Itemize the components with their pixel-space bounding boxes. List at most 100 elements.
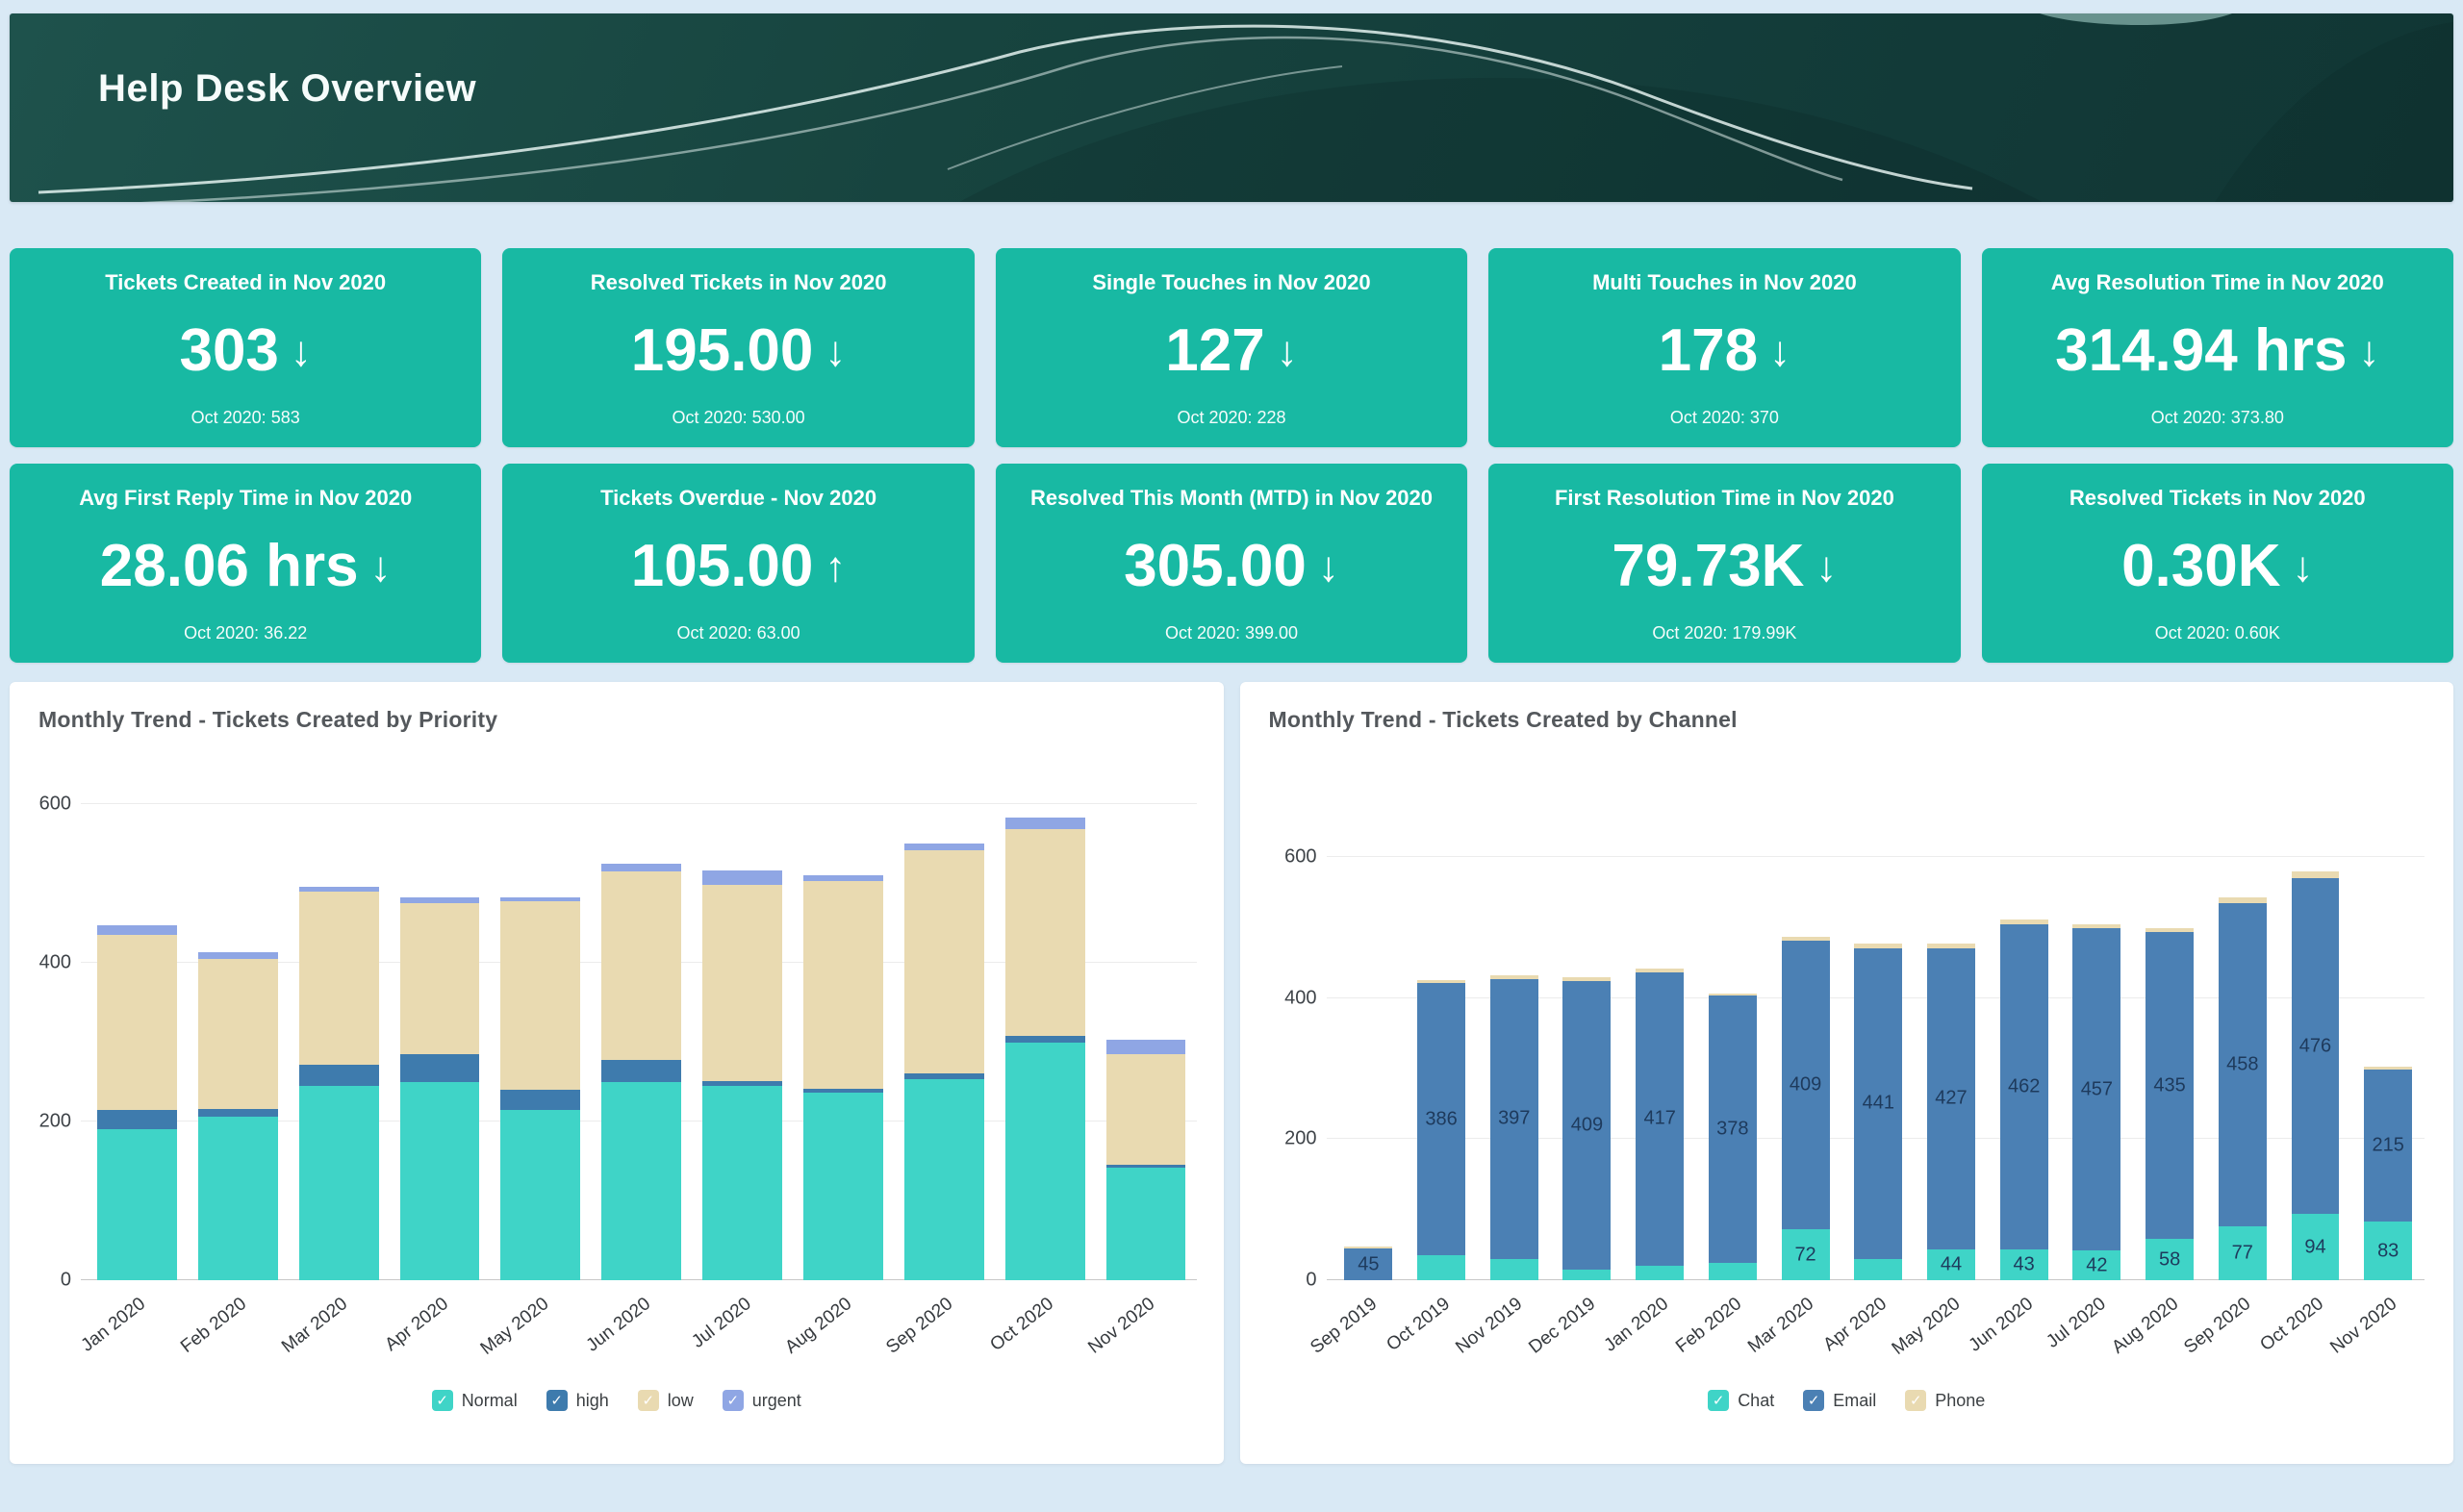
bar-segment-low[interactable]	[299, 892, 379, 1065]
legend-item-normal[interactable]: ✓Normal	[432, 1390, 518, 1411]
bar-segment-chat[interactable]: 58	[2146, 1239, 2194, 1280]
legend-item-low[interactable]: ✓low	[638, 1390, 694, 1411]
bar-segment-email[interactable]: 476	[2292, 878, 2340, 1214]
bar-segment-normal[interactable]	[1106, 1168, 1186, 1280]
bar-segment-low[interactable]	[904, 850, 984, 1073]
bar-oct-2019[interactable]: 386	[1417, 857, 1465, 1280]
bar-segment-urgent[interactable]	[1106, 1040, 1186, 1054]
bar-apr-2020[interactable]: 441	[1854, 857, 1902, 1280]
bar-segment-chat[interactable]: 44	[1927, 1249, 1975, 1280]
bar-segment-high[interactable]	[500, 1090, 580, 1110]
bar-segment-high[interactable]	[601, 1060, 681, 1082]
bar-segment-normal[interactable]	[1005, 1043, 1085, 1281]
bar-segment-urgent[interactable]	[97, 925, 177, 935]
bar-segment-normal[interactable]	[904, 1079, 984, 1280]
bar-segment-high[interactable]	[1005, 1036, 1085, 1043]
bar-segment-email[interactable]: 215	[2364, 1070, 2412, 1222]
bar-segment-email[interactable]: 378	[1709, 995, 1757, 1262]
bar-may-2020[interactable]	[500, 804, 580, 1280]
bar-segment-normal[interactable]	[803, 1093, 883, 1280]
bar-dec-2019[interactable]: 409	[1562, 857, 1611, 1280]
bar-segment-urgent[interactable]	[400, 897, 480, 904]
bar-jan-2020[interactable]	[97, 804, 177, 1280]
bar-segment-chat[interactable]: 94	[2292, 1214, 2340, 1280]
bar-may-2020[interactable]: 42744	[1927, 857, 1975, 1280]
bar-segment-high[interactable]	[198, 1109, 278, 1117]
bar-segment-chat[interactable]: 72	[1782, 1229, 1830, 1280]
bar-segment-chat[interactable]	[1490, 1259, 1538, 1280]
bar-segment-chat[interactable]: 83	[2364, 1222, 2412, 1280]
bar-jul-2020[interactable]	[702, 804, 782, 1280]
bar-sep-2020[interactable]	[904, 804, 984, 1280]
bar-segment-email[interactable]: 462	[2000, 924, 2048, 1250]
bar-jan-2020[interactable]: 417	[1636, 857, 1684, 1280]
bar-segment-chat[interactable]	[1709, 1263, 1757, 1280]
bar-segment-low[interactable]	[702, 885, 782, 1081]
bar-segment-low[interactable]	[803, 881, 883, 1089]
bar-segment-normal[interactable]	[702, 1086, 782, 1280]
legend-item-high[interactable]: ✓high	[546, 1390, 609, 1411]
bar-segment-normal[interactable]	[299, 1086, 379, 1280]
bar-segment-chat[interactable]: 77	[2219, 1226, 2267, 1280]
bar-segment-normal[interactable]	[97, 1129, 177, 1280]
bar-aug-2020[interactable]	[803, 804, 883, 1280]
bar-aug-2020[interactable]: 43558	[2146, 857, 2194, 1280]
bar-apr-2020[interactable]	[400, 804, 480, 1280]
bar-segment-high[interactable]	[299, 1065, 379, 1086]
bar-segment-low[interactable]	[601, 871, 681, 1060]
bar-feb-2020[interactable]: 378	[1709, 857, 1757, 1280]
bar-segment-low[interactable]	[198, 959, 278, 1109]
bar-oct-2020[interactable]: 47694	[2292, 857, 2340, 1280]
bar-segment-email[interactable]: 386	[1417, 983, 1465, 1255]
bar-segment-high[interactable]	[400, 1054, 480, 1082]
bar-segment-email[interactable]: 427	[1927, 948, 1975, 1249]
bar-segment-chat[interactable]	[1562, 1270, 1611, 1280]
legend-item-email[interactable]: ✓Email	[1803, 1390, 1876, 1411]
bar-segment-email[interactable]: 45	[1344, 1248, 1392, 1280]
bar-segment-high[interactable]	[97, 1110, 177, 1130]
bar-segment-chat[interactable]	[1854, 1259, 1902, 1280]
bar-segment-urgent[interactable]	[1005, 818, 1085, 829]
bar-sep-2020[interactable]: 45877	[2219, 857, 2267, 1280]
bar-segment-email[interactable]: 397	[1490, 979, 1538, 1259]
bar-segment-email[interactable]: 441	[1854, 948, 1902, 1259]
legend-item-chat[interactable]: ✓Chat	[1708, 1390, 1774, 1411]
bar-mar-2020[interactable]	[299, 804, 379, 1280]
bar-segment-chat[interactable]: 42	[2072, 1250, 2120, 1280]
bar-segment-email[interactable]: 409	[1782, 941, 1830, 1229]
bar-oct-2020[interactable]	[1005, 804, 1085, 1280]
bar-segment-low[interactable]	[97, 935, 177, 1110]
bar-segment-low[interactable]	[500, 901, 580, 1090]
bar-segment-low[interactable]	[1005, 829, 1085, 1036]
bar-segment-normal[interactable]	[500, 1110, 580, 1280]
bar-segment-urgent[interactable]	[601, 864, 681, 871]
bar-segment-chat[interactable]	[1636, 1266, 1684, 1280]
bar-jun-2020[interactable]: 46243	[2000, 857, 2048, 1280]
bar-jun-2020[interactable]	[601, 804, 681, 1280]
bar-nov-2020[interactable]	[1106, 804, 1186, 1280]
bar-sep-2019[interactable]: 45	[1344, 857, 1392, 1280]
bar-segment-urgent[interactable]	[702, 870, 782, 886]
bar-segment-high[interactable]	[904, 1073, 984, 1080]
bar-segment-low[interactable]	[400, 903, 480, 1054]
bar-segment-normal[interactable]	[601, 1082, 681, 1280]
bar-segment-email[interactable]: 409	[1562, 981, 1611, 1270]
bar-segment-chat[interactable]	[1417, 1255, 1465, 1280]
bar-segment-email[interactable]: 417	[1636, 972, 1684, 1267]
bar-segment-normal[interactable]	[400, 1082, 480, 1280]
legend-item-phone[interactable]: ✓Phone	[1905, 1390, 1985, 1411]
bar-segment-urgent[interactable]	[904, 844, 984, 850]
bar-segment-email[interactable]: 435	[2146, 932, 2194, 1239]
bar-segment-chat[interactable]: 43	[2000, 1249, 2048, 1280]
bar-segment-email[interactable]: 457	[2072, 928, 2120, 1250]
bar-nov-2019[interactable]: 397	[1490, 857, 1538, 1280]
bar-segment-email[interactable]: 458	[2219, 903, 2267, 1226]
bar-segment-urgent[interactable]	[198, 952, 278, 959]
bar-segment-phone[interactable]	[2292, 871, 2340, 878]
bar-segment-low[interactable]	[1106, 1054, 1186, 1166]
bar-nov-2020[interactable]: 21583	[2364, 857, 2412, 1280]
legend-item-urgent[interactable]: ✓urgent	[723, 1390, 801, 1411]
bar-segment-normal[interactable]	[198, 1117, 278, 1280]
bar-feb-2020[interactable]	[198, 804, 278, 1280]
bar-jul-2020[interactable]: 45742	[2072, 857, 2120, 1280]
